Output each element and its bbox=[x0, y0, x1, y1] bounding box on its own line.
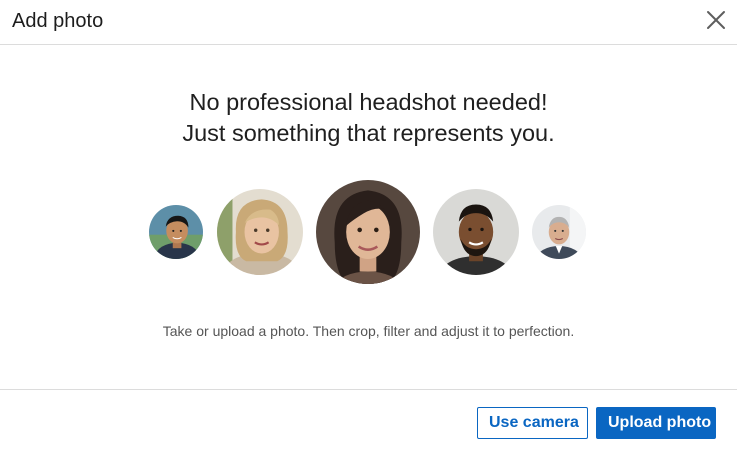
headline: No professional headshot needed! Just so… bbox=[0, 87, 737, 149]
add-photo-dialog: Add photo No professional headshot neede… bbox=[0, 0, 737, 453]
dialog-title: Add photo bbox=[12, 10, 104, 32]
instruction-text: Take or upload a photo. Then crop, filte… bbox=[162, 323, 575, 339]
upload-photo-button[interactable]: Upload photo bbox=[596, 407, 716, 439]
headline-line-2: Just something that represents you. bbox=[182, 120, 555, 146]
dialog-footer: Use camera Upload photo bbox=[0, 389, 737, 453]
example-photo-1 bbox=[149, 205, 203, 259]
example-photo-2 bbox=[217, 189, 303, 275]
example-photo-4 bbox=[433, 189, 519, 275]
use-camera-button[interactable]: Use camera bbox=[477, 407, 588, 439]
dialog-header: Add photo bbox=[0, 0, 737, 45]
close-icon bbox=[707, 11, 725, 29]
close-button[interactable] bbox=[705, 9, 727, 31]
headline-line-1: No professional headshot needed! bbox=[189, 89, 548, 115]
example-photos bbox=[0, 178, 737, 288]
example-photo-3 bbox=[316, 180, 420, 284]
example-photo-5 bbox=[532, 205, 586, 259]
